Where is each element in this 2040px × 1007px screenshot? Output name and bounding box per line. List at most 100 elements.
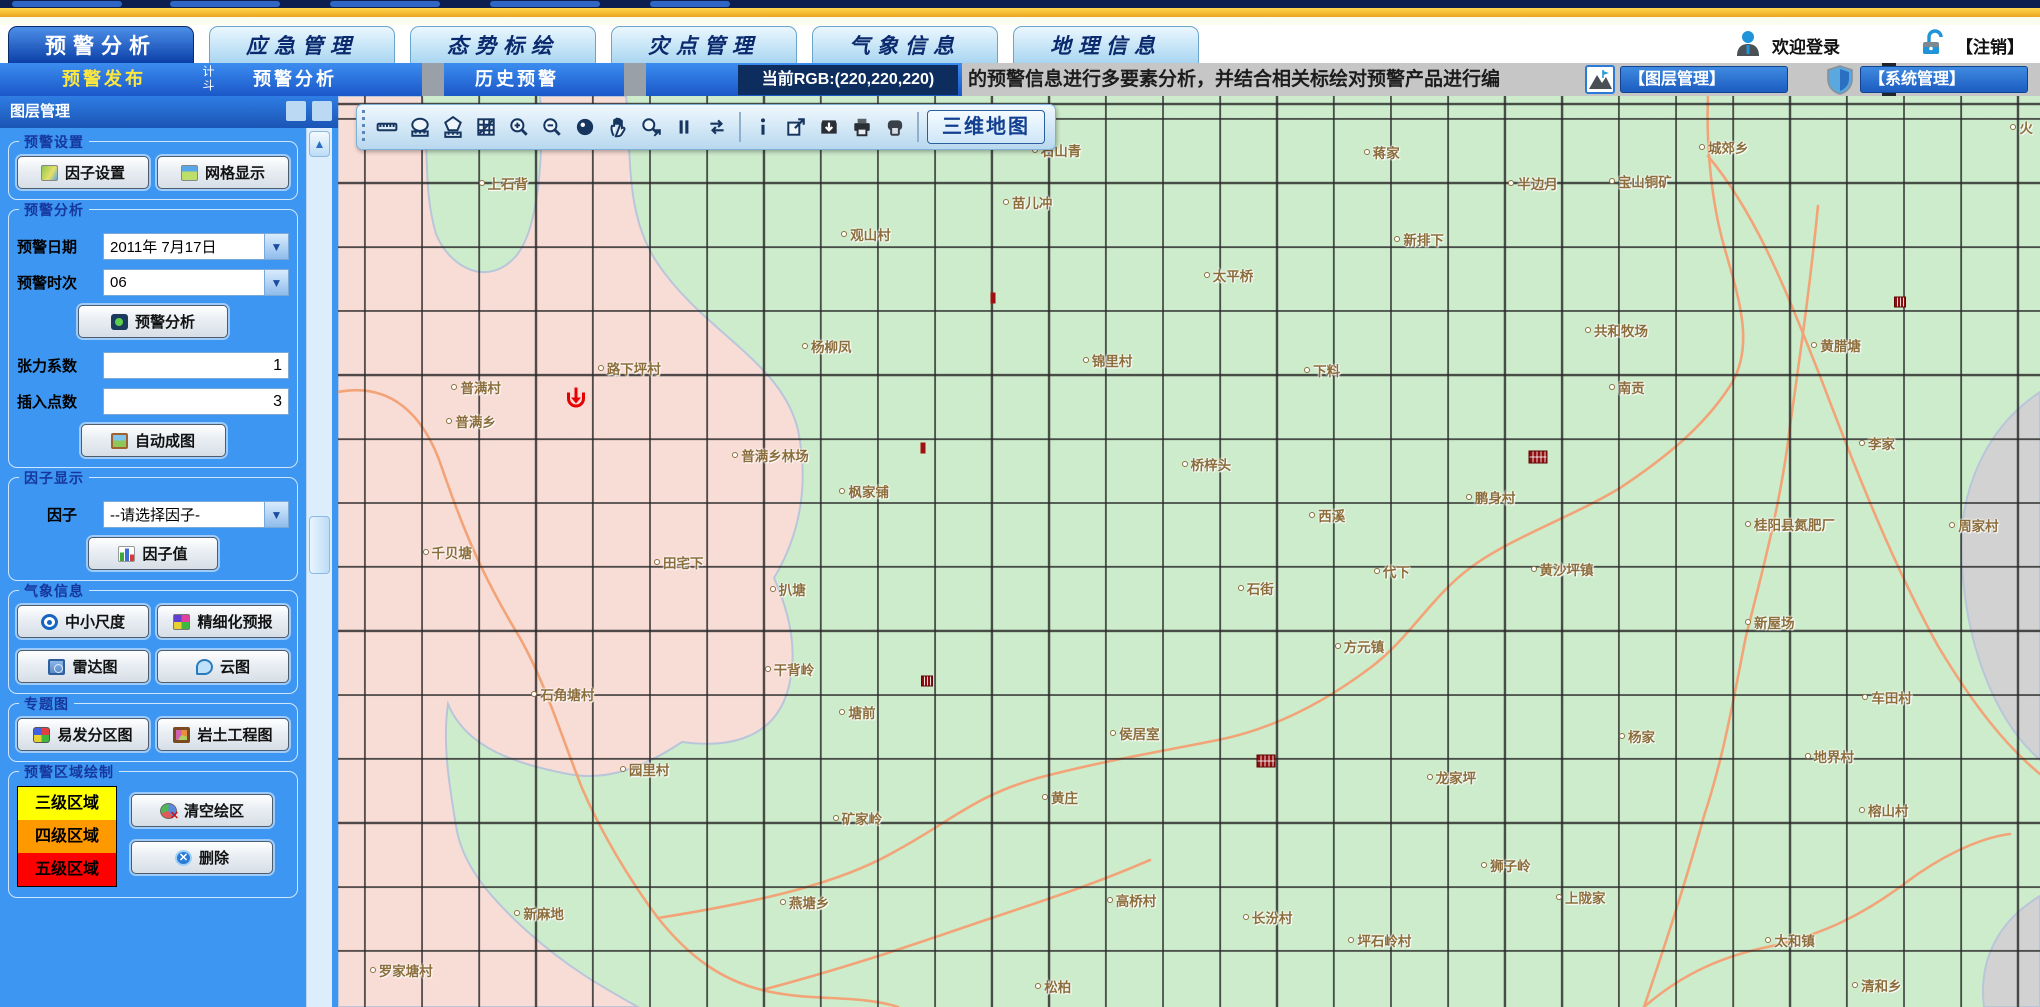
fine-forecast-button[interactable]: 精细化预报 bbox=[157, 605, 289, 638]
toolbar-drag-handle[interactable] bbox=[361, 110, 366, 144]
layer-manage-button[interactable]: 【图层管理】 bbox=[1620, 66, 1788, 93]
factor-settings-button[interactable]: 因子设置 bbox=[17, 156, 149, 189]
cloud-chart-button[interactable]: 云图 bbox=[157, 650, 289, 683]
browser-chip bbox=[650, 1, 730, 7]
measure-distance-icon[interactable] bbox=[373, 112, 401, 142]
nav-item-warning-publish[interactable]: 预警发布 bbox=[14, 63, 194, 96]
save-icon[interactable] bbox=[815, 112, 843, 142]
factor-select[interactable]: --请选择因子- ▼ bbox=[103, 501, 289, 528]
chevron-down-icon[interactable]: ▼ bbox=[264, 270, 288, 295]
chevron-down-icon[interactable]: ▼ bbox=[264, 502, 288, 527]
scrollbar-thumb[interactable] bbox=[309, 516, 330, 574]
pause-icon[interactable] bbox=[670, 112, 698, 142]
button-label: 网格显示 bbox=[205, 162, 265, 183]
window-top-strip bbox=[0, 0, 2040, 8]
warning-analysis-button[interactable]: 预警分析 bbox=[78, 305, 228, 338]
geotechnical-map-button[interactable]: 岩土工程图 bbox=[157, 718, 289, 751]
meso-scale-button[interactable]: 中小尺度 bbox=[17, 605, 149, 638]
main-tab[interactable]: 地理信息 bbox=[1013, 26, 1199, 63]
clear-drawn-region-button[interactable]: 清空绘区 bbox=[131, 794, 273, 827]
print-preview-icon[interactable] bbox=[881, 112, 909, 142]
zoom-out-icon[interactable] bbox=[538, 112, 566, 142]
main-tabs: 预警分析应急管理态势标绘灾点管理气象信息地理信息 bbox=[8, 25, 1214, 63]
user-bar: 欢迎登录 【注销】 bbox=[1734, 29, 2024, 62]
group-title: 气象信息 bbox=[19, 581, 89, 601]
gold-divider bbox=[0, 8, 2040, 17]
nav-separator bbox=[422, 63, 444, 96]
warning-date-select[interactable]: 2011年 7月17日 ▼ bbox=[103, 233, 289, 260]
chevron-down-icon[interactable]: ▼ bbox=[264, 234, 288, 259]
tension-label: 张力系数 bbox=[17, 355, 103, 376]
full-extent-icon[interactable] bbox=[571, 112, 599, 142]
sidebar-close-button[interactable] bbox=[312, 101, 332, 121]
main-tab[interactable]: 预警分析 bbox=[8, 26, 194, 63]
button-label: 预警分析 bbox=[135, 311, 195, 332]
sidebar-header: 图层管理 bbox=[0, 96, 338, 128]
zoom-in-icon[interactable] bbox=[505, 112, 533, 142]
measure-area-ellipse-icon[interactable] bbox=[406, 112, 434, 142]
hazard-marker bbox=[1256, 755, 1275, 768]
unlock-icon bbox=[1920, 29, 1946, 62]
factor-value: --请选择因子- bbox=[110, 504, 200, 525]
nav-item-history-warning[interactable]: 历史预警 bbox=[452, 63, 582, 96]
browser-chip bbox=[330, 1, 440, 7]
layers-mountain-icon bbox=[1584, 64, 1616, 95]
identify-icon[interactable] bbox=[749, 112, 777, 142]
grid-tool-icon[interactable] bbox=[472, 112, 500, 142]
logout-button[interactable]: 【注销】 bbox=[1956, 33, 2024, 58]
main-tab[interactable]: 灾点管理 bbox=[611, 26, 797, 63]
button-label: 因子设置 bbox=[65, 162, 125, 183]
toolbar-separator bbox=[917, 112, 919, 142]
warning-time-select[interactable]: 06 ▼ bbox=[103, 269, 289, 296]
grid-display-button[interactable]: 网格显示 bbox=[157, 156, 289, 189]
browser-chip bbox=[490, 1, 600, 7]
scrollbar-up-arrow[interactable]: ▲ bbox=[309, 131, 330, 157]
main-tab[interactable]: 气象信息 bbox=[812, 26, 998, 63]
sidebar-minimize-button[interactable] bbox=[286, 101, 306, 121]
main-tab[interactable]: 应急管理 bbox=[209, 26, 395, 63]
fine-forecast-icon bbox=[173, 614, 190, 630]
legend-level-3: 三级区域 bbox=[18, 787, 116, 820]
insert-points-input[interactable]: 3 bbox=[103, 388, 289, 415]
shield-icon bbox=[1824, 64, 1856, 95]
zone-map-icon bbox=[33, 727, 50, 743]
warning-analysis-icon bbox=[111, 314, 128, 330]
warning-level-legend: 三级区域 四级区域 五级区域 bbox=[17, 786, 117, 887]
bar-chart-icon bbox=[118, 546, 135, 562]
zoom-window-icon[interactable] bbox=[637, 112, 665, 142]
sidebar-scrollbar[interactable]: ▲ bbox=[306, 128, 332, 1007]
factor-value-button[interactable]: 因子值 bbox=[88, 537, 218, 570]
map-3d-button[interactable]: 三维地图 bbox=[927, 110, 1045, 144]
map-canvas[interactable]: 上石背石山青苗儿冲观山村蒋家城郊乡半边月宝山铜矿火新排下太平桥杨柳凤锦里村下料共… bbox=[338, 96, 2040, 1007]
group-title: 预警区域绘制 bbox=[19, 762, 119, 782]
auto-plot-button[interactable]: 自动成图 bbox=[81, 424, 226, 457]
pan-hand-icon[interactable] bbox=[604, 112, 632, 142]
factor-settings-icon bbox=[41, 165, 58, 181]
main-tab[interactable]: 态势标绘 bbox=[410, 26, 596, 63]
print-icon[interactable] bbox=[848, 112, 876, 142]
insert-points-label: 插入点数 bbox=[17, 391, 103, 412]
measure-area-polygon-icon[interactable] bbox=[439, 112, 467, 142]
main-tab-bar: 预警分析应急管理态势标绘灾点管理气象信息地理信息 欢迎登录 【注销】 bbox=[0, 25, 2040, 63]
export-icon[interactable] bbox=[782, 112, 810, 142]
group-warning-settings: 预警设置 因子设置 网格显示 bbox=[8, 141, 298, 200]
auto-plot-icon bbox=[111, 433, 128, 449]
system-manage-button[interactable]: 【系统管理】 bbox=[1860, 66, 2028, 93]
hazard-marker bbox=[1528, 450, 1547, 463]
legend-level-5: 五级区域 bbox=[18, 853, 116, 886]
radar-icon bbox=[48, 659, 65, 675]
nav-separator bbox=[624, 63, 646, 96]
date-label: 预警日期 bbox=[17, 236, 103, 257]
map-toolbar: 三维地图 bbox=[356, 104, 1056, 150]
grid-display-icon bbox=[181, 165, 198, 181]
susceptibility-zone-map-button[interactable]: 易发分区图 bbox=[17, 718, 149, 751]
refresh-icon[interactable] bbox=[703, 112, 731, 142]
white-divider bbox=[0, 17, 2040, 25]
tension-coefficient-input[interactable]: 1 bbox=[103, 352, 289, 379]
hazard-marker bbox=[1894, 296, 1906, 307]
radar-chart-button[interactable]: 雷达图 bbox=[17, 650, 149, 683]
browser-chip bbox=[12, 1, 122, 7]
date-value: 2011年 7月17日 bbox=[110, 236, 216, 257]
delete-button[interactable]: ✕ 删除 bbox=[131, 841, 273, 874]
nav-item-warning-analysis[interactable]: 预警分析 bbox=[230, 63, 360, 96]
